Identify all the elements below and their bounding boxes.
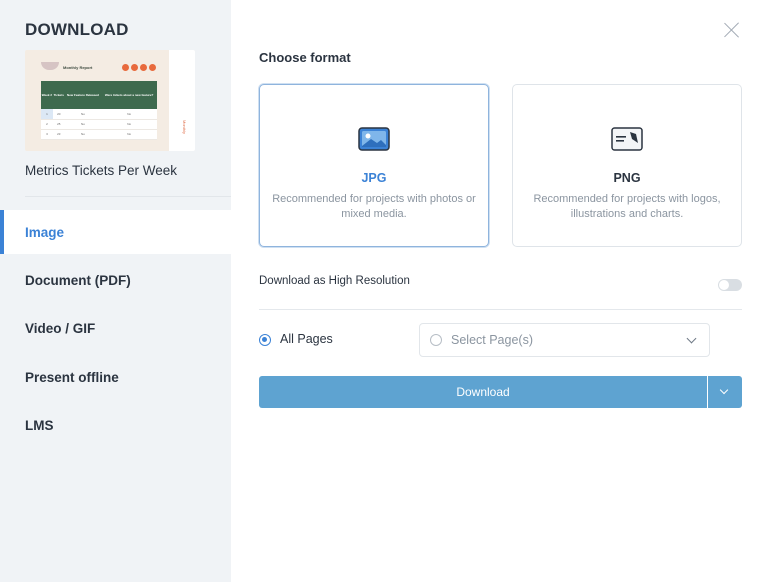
nav-item-video-gif[interactable]: Video / GIF <box>0 306 231 350</box>
format-name: JPG <box>361 171 387 185</box>
download-button[interactable]: Download <box>259 376 707 408</box>
select-pages-dropdown[interactable]: Select Page(s) <box>419 323 710 357</box>
chevron-down-icon <box>686 333 697 344</box>
thumbnail-heading: Monthly Report <box>63 65 93 70</box>
select-pages-radio[interactable] <box>430 334 442 346</box>
thumbnail-social-icons <box>122 64 156 71</box>
select-pages-placeholder: Select Page(s) <box>451 333 533 347</box>
format-name: PNG <box>613 171 641 185</box>
thumbnail-decoration <box>41 62 59 70</box>
format-card-png[interactable]: PNG Recommended for projects with logos,… <box>512 84 742 247</box>
sidebar-divider <box>25 196 231 197</box>
document-thumbnail[interactable]: Monthly Report Week # Tickets New Featur… <box>25 50 195 151</box>
close-icon[interactable] <box>722 20 742 40</box>
thumbnail-side-text: Monthly <box>182 120 187 135</box>
format-description: Recommended for projects with photos or … <box>272 193 476 220</box>
nav-item-present-offline[interactable]: Present offline <box>0 355 231 399</box>
high-resolution-toggle[interactable] <box>718 279 742 291</box>
high-resolution-label: Download as High Resolution <box>259 275 410 287</box>
image-icon <box>358 127 390 151</box>
thumbnail-side-panel: Monthly <box>169 50 195 151</box>
choose-format-heading: Choose format <box>259 50 351 65</box>
all-pages-label[interactable]: All Pages <box>280 332 333 346</box>
section-divider <box>259 309 742 310</box>
download-options-button[interactable] <box>708 376 742 408</box>
format-card-jpg[interactable]: JPG Recommended for projects with photos… <box>259 84 489 247</box>
all-pages-radio[interactable] <box>259 334 271 346</box>
thumbnail-table: Week # Tickets New Feature Released Were… <box>41 81 157 140</box>
nav-item-document-pdf[interactable]: Document (PDF) <box>0 258 231 302</box>
sidebar: DOWNLOAD Monthly Report Week # Tickets N… <box>0 0 231 582</box>
nav-item-lms[interactable]: LMS <box>0 403 231 447</box>
document-name: Metrics Tickets Per Week <box>25 163 178 178</box>
document-icon <box>611 127 643 151</box>
nav-item-image[interactable]: Image <box>0 210 231 254</box>
format-description: Recommended for projects with logos, ill… <box>533 193 721 220</box>
sidebar-title: DOWNLOAD <box>25 20 129 39</box>
